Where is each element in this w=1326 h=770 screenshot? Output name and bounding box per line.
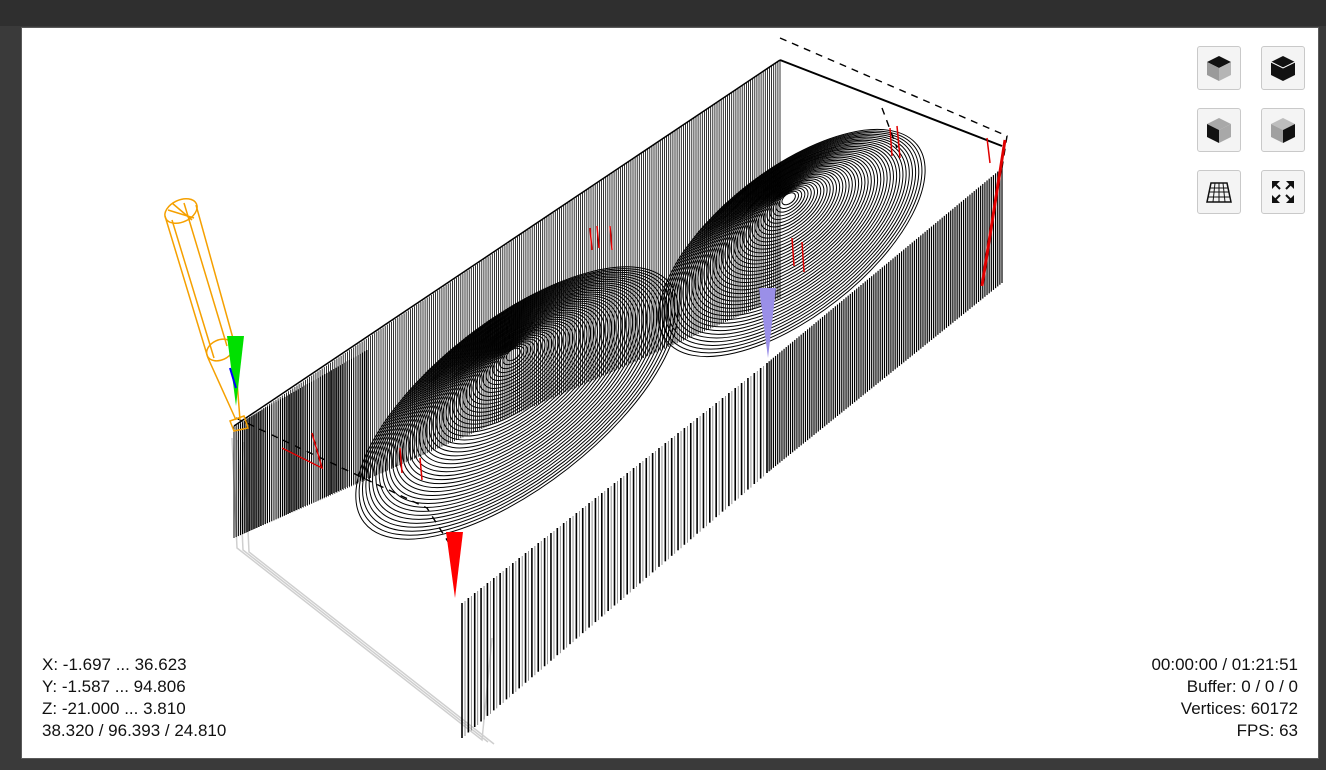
top-view-button[interactable] — [1197, 46, 1241, 90]
grid-icon — [1206, 182, 1232, 203]
window-top-bar — [0, 0, 1326, 26]
bounds-readout: X: -1.697 ... 36.623 Y: -1.587 ... 94.80… — [42, 654, 226, 742]
left-pocket-contours — [355, 266, 679, 540]
fit-view-button[interactable] — [1261, 170, 1305, 214]
fps-counter: FPS: 63 — [1236, 721, 1298, 740]
cube-left-view-icon — [1207, 118, 1231, 143]
left-wall-toolpath — [233, 350, 368, 538]
cube-iso-view-icon — [1271, 118, 1295, 143]
x-range: X: -1.697 ... 36.623 — [42, 655, 187, 674]
elapsed-time: 00:00:00 / 01:21:51 — [1151, 655, 1298, 674]
gcode-3d-viewport[interactable]: X: -1.697 ... 36.623 Y: -1.587 ... 94.80… — [22, 28, 1318, 758]
front-view-button[interactable] — [1261, 46, 1305, 90]
grid-toggle-button[interactable] — [1197, 170, 1241, 214]
toolpath-scene[interactable] — [22, 28, 1318, 758]
stats-readout: 00:00:00 / 01:21:51 Buffer: 0 / 0 / 0 Ve… — [1151, 654, 1298, 742]
cube-front-view-icon — [1270, 56, 1296, 81]
y-range: Y: -1.587 ... 94.806 — [42, 677, 186, 696]
iso-view-button[interactable] — [1261, 108, 1305, 152]
x-axis-marker — [446, 532, 463, 598]
cube-top-view-icon — [1207, 56, 1231, 81]
left-view-button[interactable] — [1197, 108, 1241, 152]
vertex-count: Vertices: 60172 — [1180, 699, 1298, 718]
buffer-status: Buffer: 0 / 0 / 0 — [1186, 677, 1298, 696]
z-axis-marker — [759, 288, 776, 358]
fit-view-icon — [1272, 181, 1294, 203]
z-range: Z: -21.000 ... 3.810 — [42, 699, 186, 718]
right-wall-toolpath — [766, 59, 1003, 473]
y-axis-marker — [227, 336, 244, 406]
model-size: 38.320 / 96.393 / 24.810 — [42, 721, 227, 740]
